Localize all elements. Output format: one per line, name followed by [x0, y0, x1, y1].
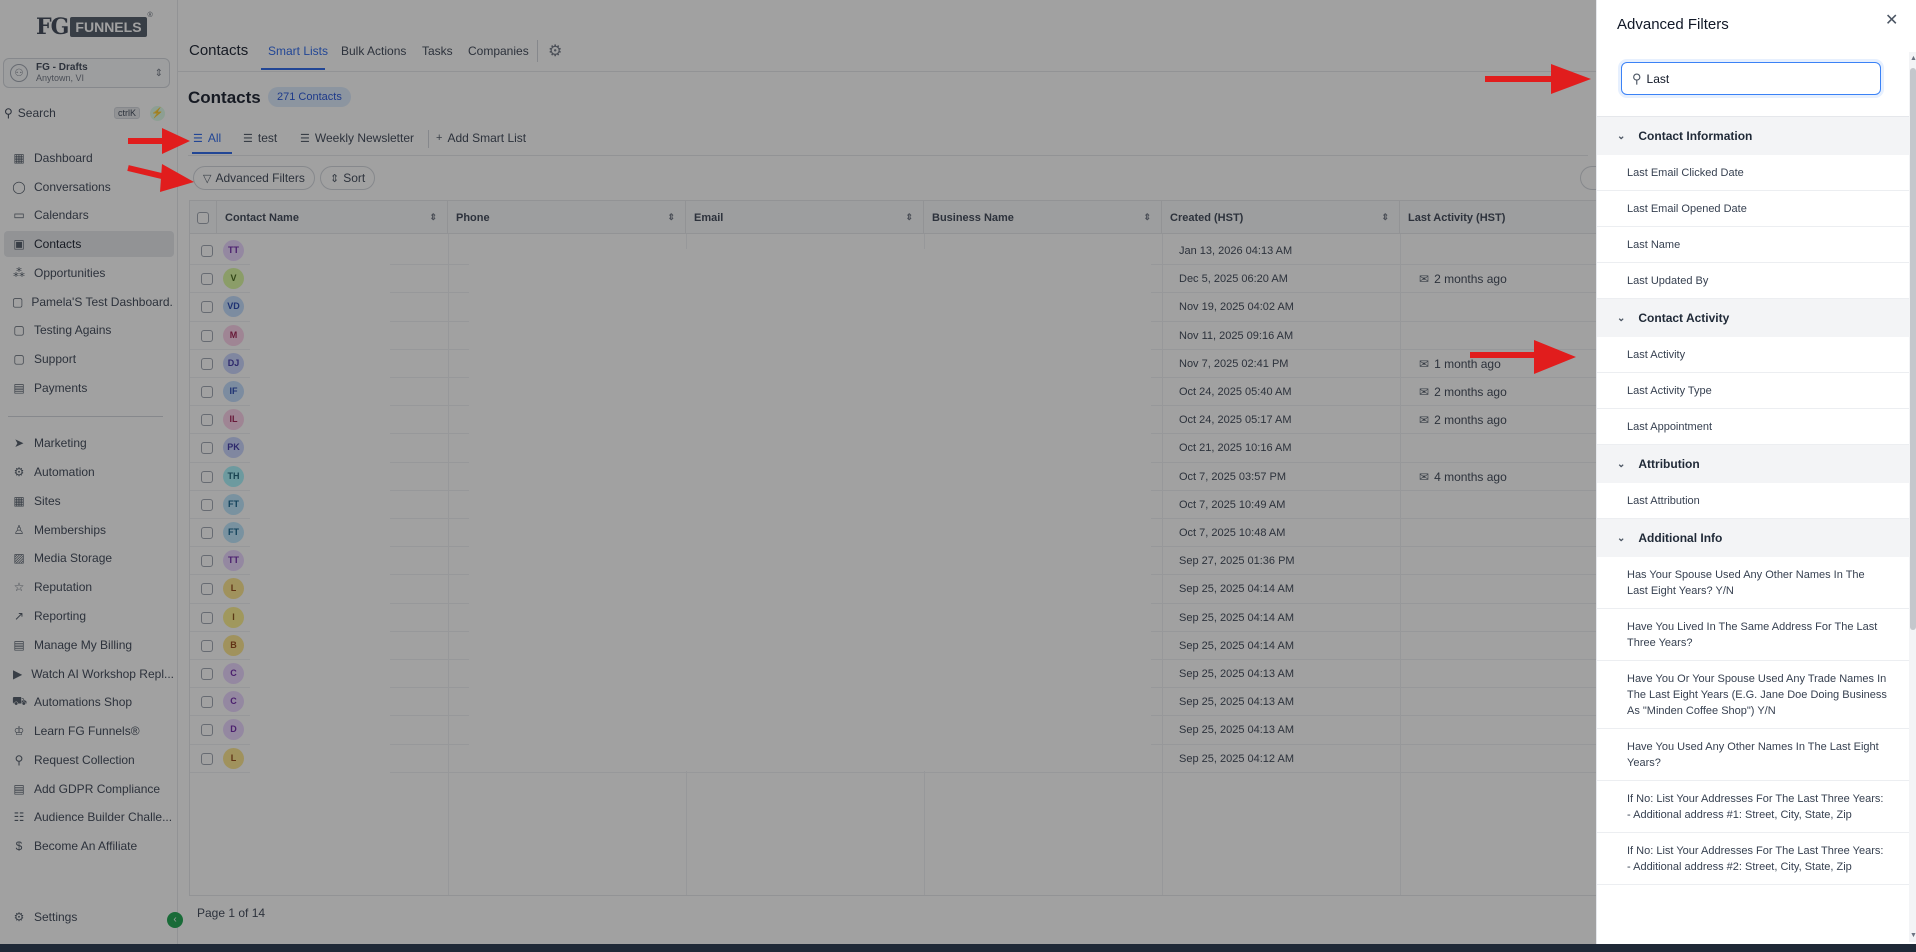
filter-option[interactable]: Last Email Opened Date [1597, 191, 1909, 227]
filter-search-input[interactable] [1646, 71, 1847, 86]
close-icon[interactable]: ✕ [1885, 10, 1898, 30]
filter-option[interactable]: Last Updated By [1597, 263, 1909, 299]
filter-option-label: Last Name [1627, 238, 1681, 251]
annotation-arrow-all [128, 128, 190, 154]
filter-option-label: Have You Or Your Spouse Used Any Trade N… [1627, 672, 1887, 717]
filter-option-label: Last Attribution [1627, 494, 1700, 507]
filter-option[interactable]: Have You Used Any Other Names In The Las… [1597, 729, 1909, 781]
filter-option-label: Have You Used Any Other Names In The Las… [1627, 740, 1879, 769]
filter-option-label: Last Appointment [1627, 420, 1713, 433]
modal-backdrop[interactable] [0, 0, 1596, 944]
chevron-down-icon: ⌄ [1617, 130, 1626, 142]
filter-option-label: If No: List Your Addresses For The Last … [1627, 844, 1884, 873]
search-icon: ⚲ [1632, 70, 1642, 86]
filter-group-contact-information[interactable]: ⌄ Contact Information [1597, 117, 1909, 155]
filter-search-field[interactable]: ⚲ [1621, 62, 1881, 95]
chevron-down-icon: ⌄ [1617, 532, 1626, 544]
os-taskbar [0, 944, 1916, 952]
contacts-app: FG FUNNELS ® ⚇ FG - Drafts Anytown, VI ⇕… [0, 0, 1916, 944]
chevron-down-icon: ⌄ [1617, 458, 1626, 470]
filter-option-label: Have You Lived In The Same Address For T… [1627, 620, 1878, 649]
filter-option[interactable]: Last Email Clicked Date [1597, 155, 1909, 191]
annotation-arrow-last-activity [1470, 340, 1576, 374]
filter-option-label: Has Your Spouse Used Any Other Names In … [1627, 568, 1865, 597]
filter-option[interactable]: Last Name [1597, 227, 1909, 263]
annotation-arrow-filter-search [1485, 64, 1591, 94]
filter-option-label: Last Activity [1627, 348, 1686, 361]
filter-group-label: Contact Activity [1638, 311, 1730, 325]
filter-option[interactable]: Has Your Spouse Used Any Other Names In … [1597, 557, 1909, 609]
filter-option-label: Last Updated By [1627, 274, 1709, 287]
filter-option-label: Last Email Clicked Date [1627, 166, 1744, 179]
filter-group-label: Contact Information [1638, 129, 1753, 143]
filter-group-attribution[interactable]: ⌄ Attribution [1597, 445, 1909, 483]
filter-option[interactable]: If No: List Your Addresses For The Last … [1597, 781, 1909, 833]
filter-option[interactable]: Last Attribution [1597, 483, 1909, 519]
filter-option[interactable]: If No: List Your Addresses For The Last … [1597, 833, 1909, 885]
filter-option-label: Last Email Opened Date [1627, 202, 1747, 215]
filter-option[interactable]: Last Activity [1597, 337, 1909, 373]
panel-scrollbar-thumb[interactable] [1910, 68, 1916, 630]
annotation-arrow-advanced-filters [127, 164, 194, 192]
filter-option[interactable]: Last Activity Type [1597, 373, 1909, 409]
filter-group-additional-info[interactable]: ⌄ Additional Info [1597, 519, 1909, 557]
filter-group-contact-activity[interactable]: ⌄ Contact Activity [1597, 299, 1909, 337]
filter-option[interactable]: Have You Or Your Spouse Used Any Trade N… [1597, 661, 1909, 729]
scroll-down-arrow-icon[interactable]: ▼ [1910, 932, 1916, 939]
scroll-up-arrow-icon[interactable]: ▲ [1910, 55, 1916, 62]
filter-option-label: Last Activity Type [1627, 384, 1712, 397]
filter-option[interactable]: Last Appointment [1597, 409, 1909, 445]
advanced-filters-panel: Advanced Filters ✕ ⚲ ⌄ Contact Informatio… [1596, 0, 1916, 944]
filter-option[interactable]: Have You Lived In The Same Address For T… [1597, 609, 1909, 661]
panel-title: Advanced Filters [1617, 16, 1729, 33]
chevron-down-icon: ⌄ [1617, 312, 1626, 324]
filter-group-label: Additional Info [1638, 531, 1723, 545]
filter-option-label: If No: List Your Addresses For The Last … [1627, 792, 1884, 821]
filter-group-label: Attribution [1638, 457, 1700, 471]
